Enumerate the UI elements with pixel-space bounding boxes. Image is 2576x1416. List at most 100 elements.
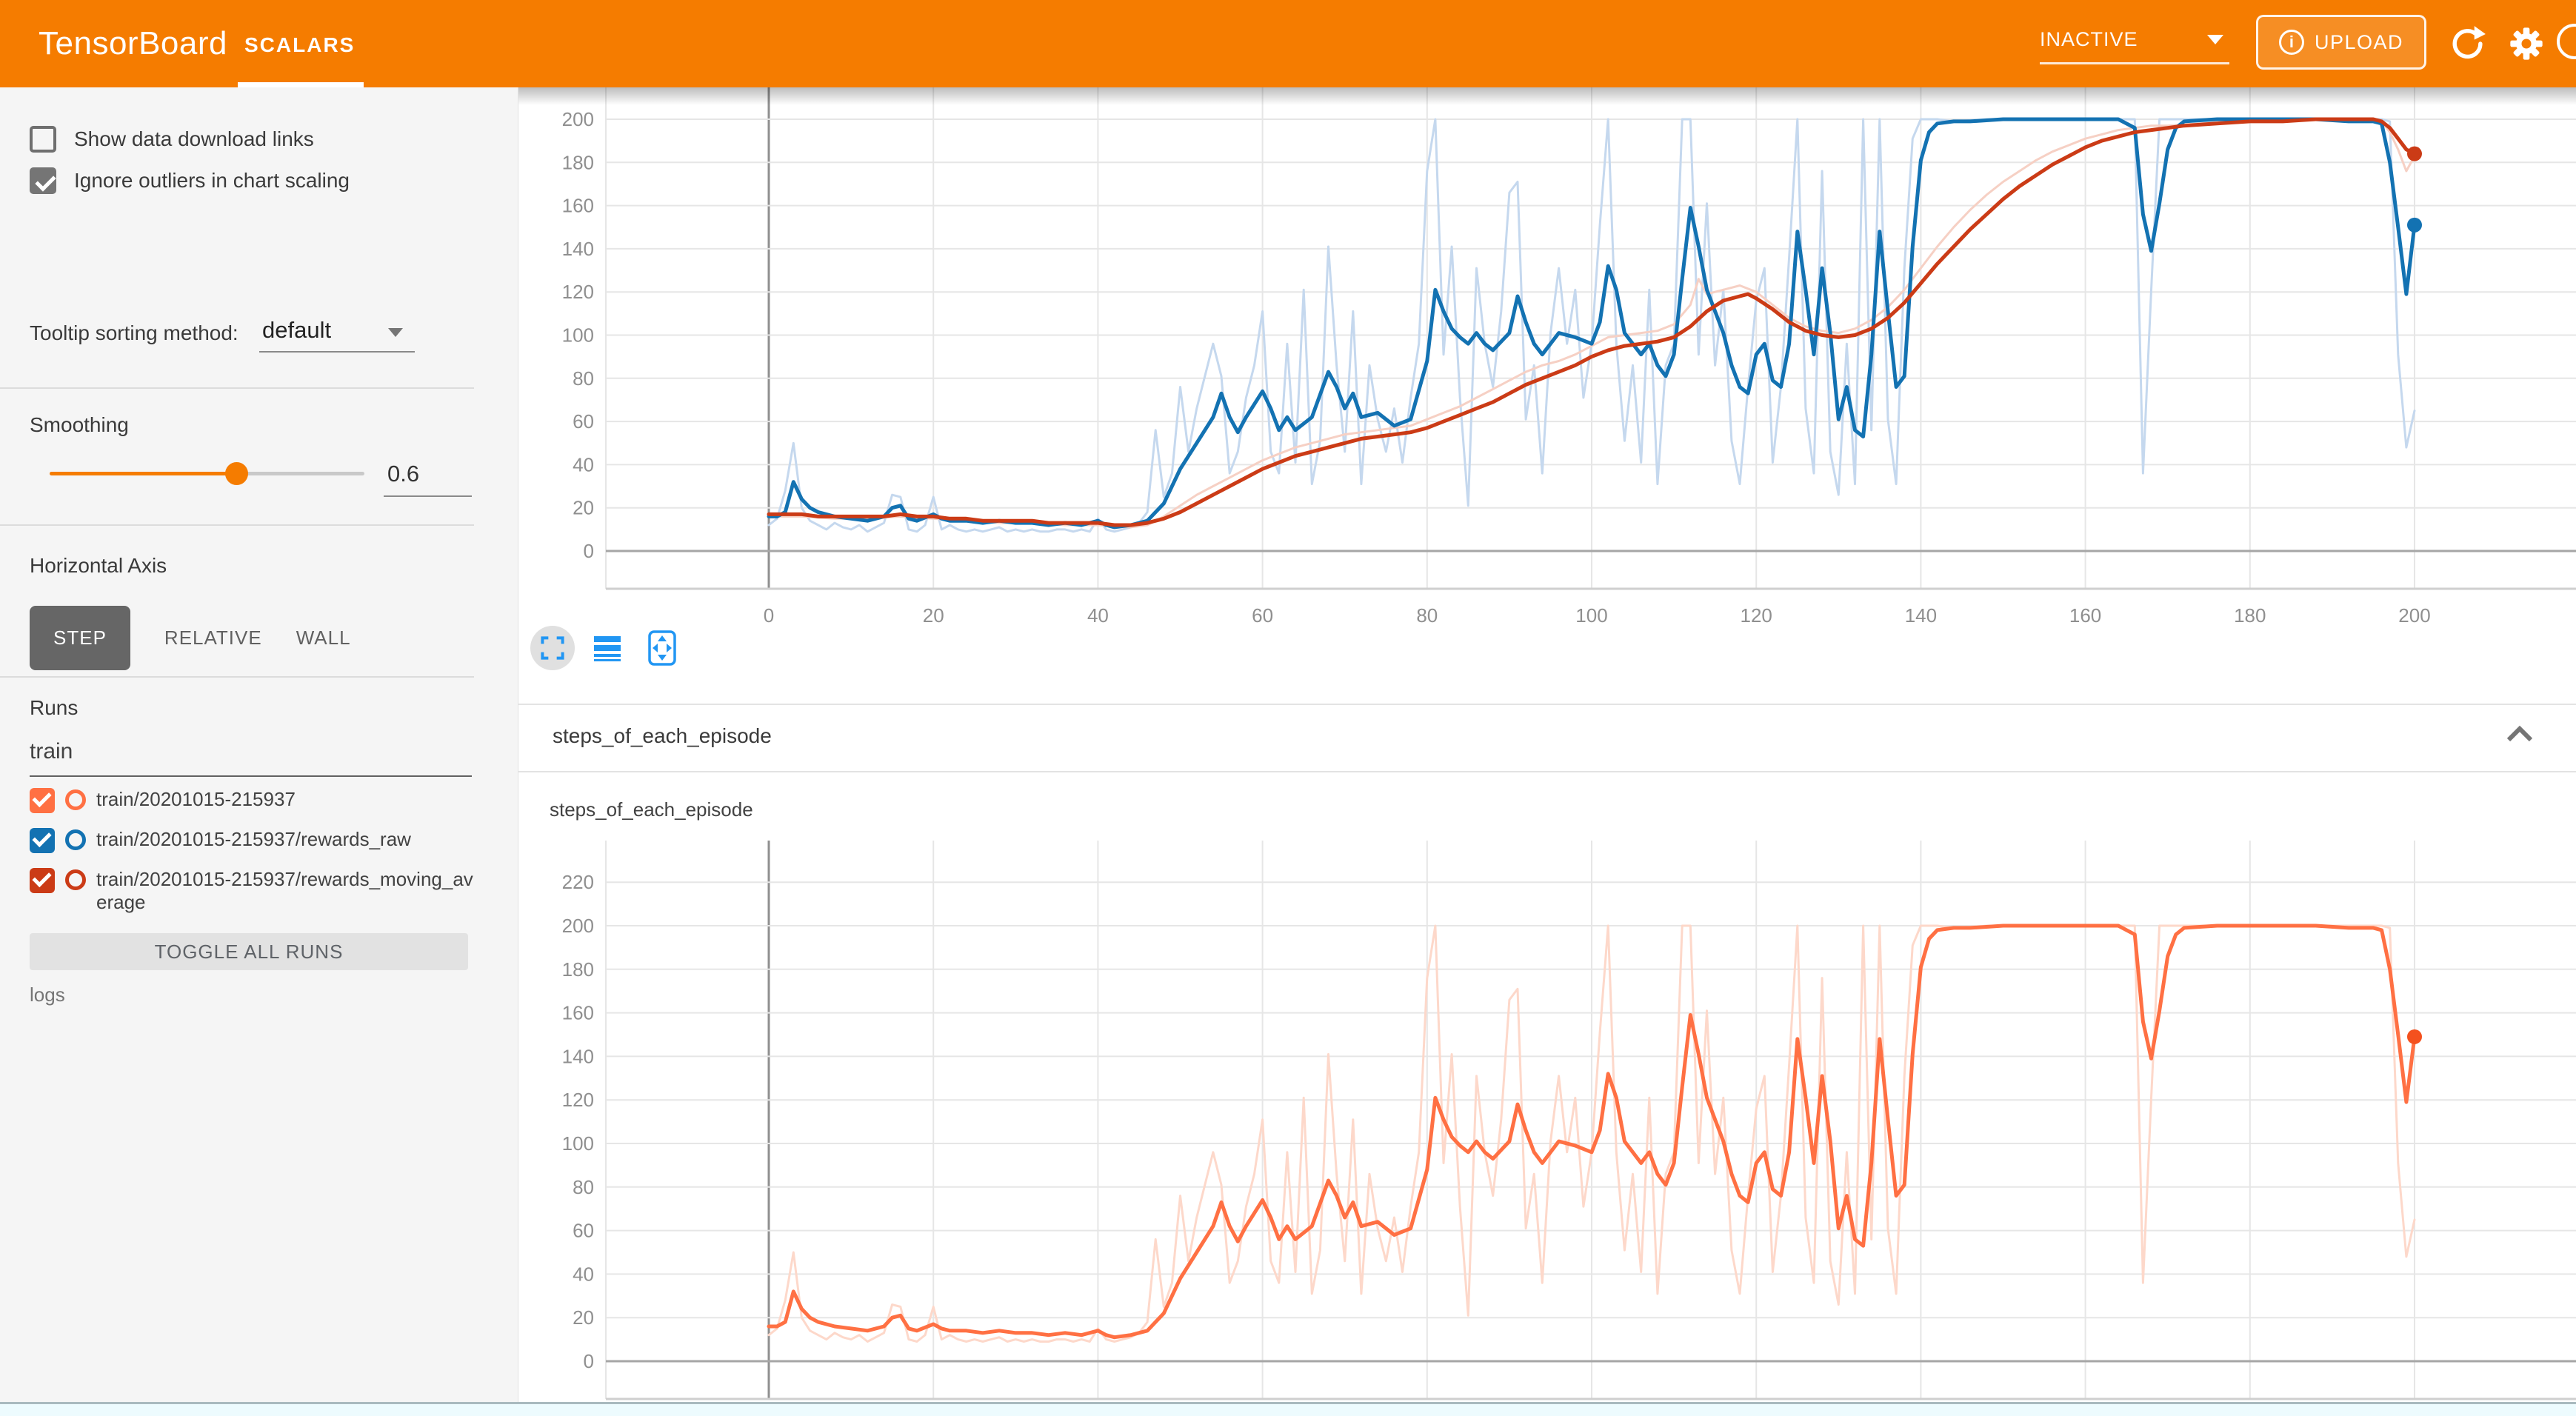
divider <box>0 387 474 389</box>
info-icon: i <box>2279 30 2304 55</box>
svg-text:160: 160 <box>2069 604 2101 627</box>
fit-data-icon <box>647 629 677 667</box>
svg-text:20: 20 <box>923 604 944 627</box>
run-checkbox-checked-icon[interactable] <box>30 788 55 813</box>
runs-label: Runs <box>30 696 78 720</box>
run-label: train/20201015-215937/rewards_raw <box>96 828 411 851</box>
checkbox-row-ignore-outliers[interactable]: Ignore outliers in chart scaling <box>30 167 350 194</box>
line-chart-1[interactable]: 020406080100120140160180200220 <box>518 841 2576 1404</box>
run-checkbox-checked-icon[interactable] <box>30 868 55 893</box>
svg-text:0: 0 <box>584 540 594 562</box>
svg-text:40: 40 <box>573 453 594 475</box>
svg-text:60: 60 <box>573 1220 594 1242</box>
divider <box>0 676 474 678</box>
axis-option-step[interactable]: STEP <box>30 606 130 670</box>
svg-text:200: 200 <box>562 108 594 130</box>
expand-chart-button[interactable] <box>530 626 575 670</box>
bottom-strip <box>0 1402 2576 1416</box>
smoothing-label: Smoothing <box>30 413 129 437</box>
upload-button-label: UPLOAD <box>2315 31 2403 54</box>
svg-text:80: 80 <box>573 367 594 390</box>
svg-text:180: 180 <box>562 151 594 173</box>
svg-text:120: 120 <box>1741 604 1772 627</box>
svg-text:20: 20 <box>573 1306 594 1329</box>
svg-text:80: 80 <box>573 1176 594 1198</box>
app-title: TensorBoard <box>39 0 227 87</box>
axis-option-wall[interactable]: WALL <box>296 627 351 649</box>
section-title: steps_of_each_episode <box>553 724 772 748</box>
tab-scalars[interactable]: SCALARS <box>244 0 355 87</box>
run-label: train/20201015-215937 <box>96 788 296 811</box>
divider <box>518 771 2576 772</box>
runs-filter-input[interactable]: train <box>30 739 73 764</box>
axis-option-relative[interactable]: RELATIVE <box>164 627 262 649</box>
run-color-swatch[interactable] <box>65 789 86 810</box>
svg-text:180: 180 <box>2234 604 2266 627</box>
tab-active-underline <box>238 82 364 87</box>
svg-text:100: 100 <box>1575 604 1607 627</box>
svg-text:60: 60 <box>1252 604 1273 627</box>
tooltip-sorting-label: Tooltip sorting method: <box>30 321 238 345</box>
run-row-2[interactable]: train/20201015-215937/rewards_moving_ave… <box>30 861 474 921</box>
smoothing-slider-fill <box>50 472 236 475</box>
chevron-down-icon[interactable] <box>388 328 403 337</box>
settings-button[interactable] <box>2507 24 2546 63</box>
svg-text:0: 0 <box>584 1350 594 1372</box>
svg-text:140: 140 <box>1905 604 1937 627</box>
svg-text:100: 100 <box>562 1132 594 1155</box>
checkbox-unchecked-icon[interactable] <box>30 126 56 153</box>
chevron-down-icon <box>2207 35 2223 44</box>
runs-filter-underline <box>30 775 472 777</box>
smoothing-slider-thumb[interactable] <box>225 462 248 485</box>
tooltip-sorting-dropdown[interactable]: default <box>262 317 331 344</box>
horizontal-axis-label: Horizontal Axis <box>30 554 167 578</box>
svg-text:200: 200 <box>562 915 594 937</box>
checkbox-label: Ignore outliers in chart scaling <box>74 169 350 193</box>
svg-text:0: 0 <box>764 604 774 627</box>
svg-text:40: 40 <box>1087 604 1109 627</box>
svg-text:40: 40 <box>573 1263 594 1285</box>
svg-text:20: 20 <box>573 497 594 519</box>
fit-domain-button[interactable] <box>640 626 684 670</box>
help-button[interactable] <box>2557 24 2576 59</box>
run-label: train/20201015-215937/rewards_moving_ave… <box>96 868 474 914</box>
line-chart-0[interactable]: 0 20 40 60 80 100 120 140 160 180 200 0 20 40 60 80 100 1… <box>518 87 2576 702</box>
svg-text:80: 80 <box>1416 604 1438 627</box>
run-row-1[interactable]: train/20201015-215937/rewards_raw <box>30 821 474 861</box>
collapse-section-button[interactable] <box>2503 722 2539 752</box>
smoothing-value-input[interactable]: 0.6 <box>387 461 419 487</box>
fullscreen-icon <box>540 635 565 661</box>
checkbox-label: Show data download links <box>74 127 314 151</box>
smoothing-input-underline <box>384 495 472 497</box>
status-dropdown[interactable]: INACTIVE <box>2040 0 2232 87</box>
svg-text:140: 140 <box>562 1045 594 1067</box>
runs-list: train/20201015-215937 train/20201015-2159… <box>30 781 474 921</box>
svg-text:100: 100 <box>562 324 594 347</box>
svg-text:220: 220 <box>562 871 594 893</box>
run-checkbox-checked-icon[interactable] <box>30 828 55 853</box>
chart-toolbar <box>530 626 684 670</box>
sidebar: Show data download links Ignore outliers … <box>0 87 518 1404</box>
app-header: TensorBoard SCALARS INACTIVE i UPLOAD <box>0 0 2576 87</box>
horizontal-bars-icon <box>593 635 622 661</box>
run-color-swatch[interactable] <box>65 829 86 850</box>
svg-text:60: 60 <box>573 410 594 433</box>
divider <box>0 524 474 526</box>
upload-button[interactable]: i UPLOAD <box>2256 15 2426 70</box>
gear-icon <box>2507 24 2546 63</box>
refresh-icon <box>2448 24 2486 63</box>
toggle-y-axis-button[interactable] <box>585 626 630 670</box>
svg-text:200: 200 <box>2398 604 2430 627</box>
status-dropdown-underline <box>2040 62 2229 64</box>
logs-label: logs <box>30 983 65 1006</box>
svg-text:120: 120 <box>562 1089 594 1111</box>
checkbox-row-download-links[interactable]: Show data download links <box>30 126 314 153</box>
checkbox-checked-icon[interactable] <box>30 167 56 194</box>
svg-text:120: 120 <box>562 281 594 303</box>
run-row-0[interactable]: train/20201015-215937 <box>30 781 474 821</box>
run-color-swatch[interactable] <box>65 869 86 890</box>
toggle-all-runs-button[interactable]: TOGGLE ALL RUNS <box>30 933 468 970</box>
tooltip-dropdown-underline <box>259 351 415 353</box>
svg-text:160: 160 <box>562 195 594 217</box>
refresh-button[interactable] <box>2448 24 2486 63</box>
